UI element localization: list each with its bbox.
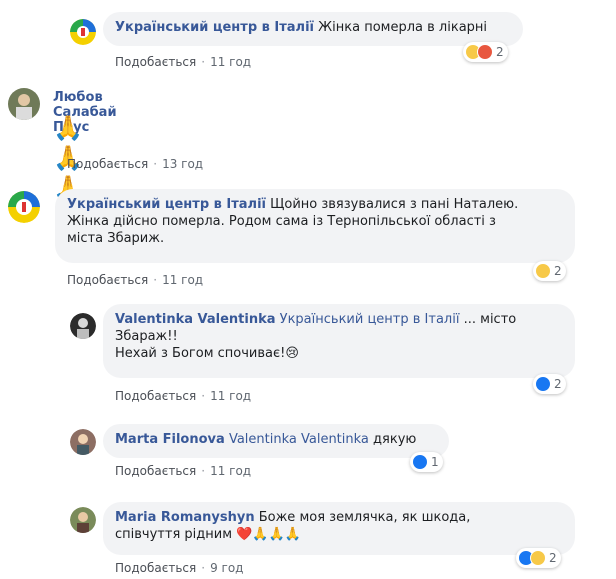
like-link[interactable]: Подобається (115, 561, 196, 575)
comment-bubble: Maria Romanyshyn Боже моя землячка, як ш… (103, 502, 575, 555)
avatar[interactable] (70, 19, 96, 45)
avatar[interactable] (70, 429, 96, 455)
comment-time[interactable]: 9 год (210, 561, 243, 575)
avatar[interactable] (8, 88, 40, 120)
comment-text-line: ... місто (459, 312, 517, 327)
reactions-summary[interactable]: 1 (410, 452, 443, 472)
like-link[interactable]: Подобається (115, 464, 196, 478)
reaction-count: 2 (554, 377, 562, 391)
separator: · (201, 464, 206, 478)
comment-time[interactable]: 11 год (210, 464, 251, 478)
comment-time[interactable]: 11 год (162, 273, 203, 287)
reactions-summary[interactable]: 2 (533, 374, 566, 394)
reaction-count: 1 (431, 455, 439, 469)
reaction-count: 2 (549, 551, 557, 565)
separator: · (201, 561, 206, 575)
comment-text-line: Жінка дійсно померла. Родом сама із Терн… (67, 214, 496, 229)
like-link[interactable]: Подобається (67, 273, 148, 287)
comment-author[interactable]: Український центр в Італії (115, 20, 314, 35)
like-link[interactable]: Подобається (67, 157, 148, 171)
separator: · (153, 273, 158, 287)
comment-text-line: Щойно звязувалися з пані Наталею. (270, 197, 519, 212)
comment-text-line: Збараж!! (115, 329, 178, 344)
comment-author[interactable]: Marta Filonova (115, 432, 225, 447)
comment-bubble: Український центр в Італії Щойно звязува… (55, 189, 575, 263)
comment-time[interactable]: 11 год (210, 389, 251, 403)
comment-text: дякую (368, 432, 417, 447)
reaction-count: 2 (496, 45, 504, 59)
avatar[interactable] (70, 313, 96, 339)
comment-actions: Подобається · 11 год (115, 464, 251, 478)
reaction-count: 2 (554, 264, 562, 278)
mention-link[interactable]: Valentinka Valentinka (229, 432, 369, 447)
comment-time[interactable]: 11 год (210, 55, 251, 69)
comment-time[interactable]: 13 год (162, 157, 203, 171)
sad-reaction-icon (530, 550, 546, 566)
comment-author[interactable]: Valentinka Valentinka (115, 312, 276, 327)
comment-actions: Подобається · 11 год (67, 273, 203, 287)
comment-bubble: Український центр в Італії Жінка померла… (103, 12, 523, 46)
comment-bubble: Marta Filonova Valentinka Valentinka дяк… (103, 424, 449, 458)
avatar[interactable] (8, 191, 40, 223)
comment-author[interactable]: Український центр в Італії (67, 197, 266, 212)
comment-actions: Подобається · 9 год (115, 561, 243, 575)
comment-bubble: Valentinka Valentinka Український центр … (103, 304, 575, 378)
comment-text: Жінка померла в лікарні (318, 20, 488, 35)
comment-text-line: міста Збариж. (67, 231, 165, 246)
angry-reaction-icon (477, 44, 493, 60)
reactions-summary[interactable]: 2 (463, 42, 508, 62)
comment-actions: Подобається · 13 год (67, 157, 203, 171)
comment-text-line: Нехай з Богом спочиває!😢 (115, 346, 299, 361)
separator: · (153, 157, 158, 171)
comment-actions: Подобається · 11 год (115, 55, 251, 69)
reactions-summary[interactable]: 2 (533, 261, 566, 281)
reactions-summary[interactable]: 2 (516, 548, 561, 568)
comment-text-line: співчуття рідним ❤️🙏🙏🙏 (115, 527, 301, 542)
comment-actions: Подобається · 11 год (115, 389, 251, 403)
like-reaction-icon (412, 454, 428, 470)
like-reaction-icon (535, 376, 551, 392)
mention-link[interactable]: Український центр в Італії (280, 312, 460, 327)
comment-author[interactable]: Maria Romanyshyn (115, 510, 255, 525)
comment-text-line: Боже моя землячка, як шкода, (254, 510, 471, 525)
avatar[interactable] (70, 507, 96, 533)
like-link[interactable]: Подобається (115, 55, 196, 69)
sad-reaction-icon (535, 263, 551, 279)
separator: · (201, 55, 206, 69)
like-link[interactable]: Подобається (115, 389, 196, 403)
separator: · (201, 389, 206, 403)
